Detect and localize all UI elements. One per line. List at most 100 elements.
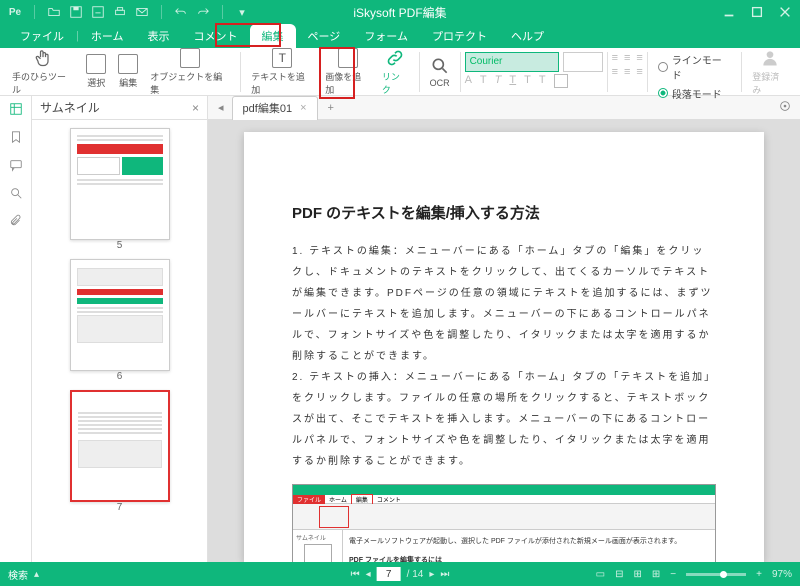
document-tab[interactable]: pdf編集01 × [232, 96, 318, 120]
chevron-up-icon[interactable]: ▴ [34, 569, 39, 580]
minimize-icon[interactable] [722, 5, 736, 19]
tool-link[interactable]: リンク [376, 48, 415, 96]
align-icon[interactable]: ≡ [624, 66, 630, 78]
tool-edit[interactable]: 編集 [112, 48, 144, 96]
total-pages-label: / 14 [407, 569, 424, 580]
page-heading: PDF のテキストを編集/挿入する方法 [292, 202, 716, 223]
thumbnail-page [70, 128, 170, 240]
prev-page-icon[interactable]: ◂ [366, 569, 371, 580]
menu-comment[interactable]: コメント [182, 24, 250, 48]
print-icon[interactable] [113, 5, 127, 19]
text-style-icon[interactable]: T [539, 74, 546, 88]
toolbar-separator [647, 52, 648, 92]
tool-ocr[interactable]: OCR [424, 48, 456, 96]
line-mode-label: ラインモード [672, 52, 731, 82]
dropdown-icon[interactable]: ▾ [235, 5, 249, 19]
registered-label: 登録済み [752, 70, 788, 96]
bookmark-icon[interactable] [9, 130, 23, 144]
user-icon [760, 48, 780, 68]
embedded-menu-comment: コメント [373, 495, 405, 504]
thumbnail-item[interactable]: 5 [70, 128, 170, 251]
embedded-body-heading: PDF ファイルを編集するには [349, 555, 709, 562]
thumbnail-title: サムネイル [40, 99, 100, 116]
text-style-icon[interactable]: T [509, 74, 516, 88]
bold-icon[interactable]: A [465, 74, 472, 88]
tool-add-text[interactable]: Tテキストを追加 [245, 48, 319, 96]
close-icon[interactable] [778, 5, 792, 19]
text-style-icon[interactable]: T [480, 74, 487, 88]
text-style-icon[interactable]: T [495, 74, 502, 88]
tool-register[interactable]: 登録済み [746, 48, 794, 96]
radio-line-mode[interactable]: ラインモード [658, 52, 731, 82]
align-center-icon[interactable]: ≡ [624, 52, 630, 64]
first-page-icon[interactable]: ⏮ [351, 569, 360, 580]
para-mode-label: 段落モード [672, 86, 722, 101]
comment-icon[interactable] [9, 158, 23, 172]
redo-icon[interactable] [196, 5, 210, 19]
menu-file[interactable]: ファイル [8, 24, 76, 48]
select-icon [86, 54, 106, 74]
menu-protect[interactable]: プロテクト [420, 24, 499, 48]
thumbnail-item[interactable]: 7 [70, 390, 170, 513]
maximize-icon[interactable] [750, 5, 764, 19]
tab-settings-icon[interactable] [778, 99, 792, 116]
close-panel-icon[interactable]: × [192, 101, 199, 115]
menu-edit[interactable]: 編集 [250, 24, 296, 48]
zoom-out-icon[interactable]: − [670, 569, 676, 580]
status-bar: 検索 ▴ ⏮ ◂ / 14 ▸ ⏭ ▭ ⊟ ⊞ ⊞ − + 97% [0, 562, 800, 586]
zoom-in-icon[interactable]: + [756, 569, 762, 580]
close-tab-icon[interactable]: × [300, 102, 306, 114]
menu-home[interactable]: ホーム [79, 24, 136, 48]
radio-icon [658, 88, 668, 98]
font-select[interactable] [465, 52, 559, 72]
search-icon[interactable] [9, 186, 23, 200]
text-style-icon[interactable]: T [524, 74, 531, 88]
text-color-icon[interactable] [554, 74, 568, 88]
radio-para-mode[interactable]: 段落モード [658, 86, 722, 101]
view-facing-cont-icon[interactable]: ⊞ [652, 569, 660, 580]
tab-prev-icon[interactable]: ◂ [214, 101, 228, 114]
align-right-icon[interactable]: ≡ [636, 52, 642, 64]
attachment-icon[interactable] [9, 214, 23, 228]
edit-object-icon [180, 48, 200, 68]
pdf-page: PDF のテキストを編集/挿入する方法 1. テキストの編集：メニューバーにある… [244, 132, 764, 562]
zoom-slider[interactable] [686, 573, 746, 576]
align-icon[interactable]: ≡ [636, 66, 642, 78]
save-icon[interactable] [69, 5, 83, 19]
undo-icon[interactable] [174, 5, 188, 19]
tool-link-label: リンク [382, 70, 409, 96]
next-page-icon[interactable]: ▸ [429, 569, 434, 580]
view-single-icon[interactable]: ▭ [596, 569, 605, 580]
menu-form[interactable]: フォーム [352, 24, 420, 48]
status-search-label[interactable]: 検索 [8, 567, 28, 582]
thumbnail-panel: サムネイル × 5 6 7 [32, 96, 208, 562]
tool-hand[interactable]: 手のひらツール [6, 48, 80, 96]
align-justify-icon[interactable]: ≡ [612, 66, 618, 78]
toolbar-separator [419, 52, 420, 92]
add-tab-icon[interactable]: + [322, 102, 340, 114]
radio-icon [658, 62, 668, 72]
font-size-select[interactable] [563, 52, 603, 72]
tool-select[interactable]: 選択 [80, 48, 112, 96]
thumbnails-icon[interactable] [9, 102, 23, 116]
thumbnail-page-selected [70, 390, 170, 502]
zoom-slider-thumb[interactable] [720, 571, 727, 578]
menu-view[interactable]: 表示 [136, 24, 182, 48]
align-left-icon[interactable]: ≡ [612, 52, 618, 64]
embedded-menu-file: ファイル [293, 495, 325, 504]
document-viewport[interactable]: PDF のテキストを編集/挿入する方法 1. テキストの編集：メニューバーにある… [208, 120, 800, 562]
tool-edit-object[interactable]: オブジェクトを編集 [144, 48, 236, 96]
menu-help[interactable]: ヘルプ [499, 24, 556, 48]
thumbnail-list[interactable]: 5 6 7 [32, 120, 207, 562]
tool-select-label: 選択 [87, 76, 105, 89]
page-number-input[interactable] [377, 567, 401, 581]
open-icon[interactable] [47, 5, 61, 19]
tool-add-image[interactable]: 画像を追加 [319, 48, 376, 96]
view-continuous-icon[interactable]: ⊟ [615, 569, 623, 580]
last-page-icon[interactable]: ⏭ [440, 569, 449, 580]
save-as-icon[interactable] [91, 5, 105, 19]
view-facing-icon[interactable]: ⊞ [634, 569, 642, 580]
thumbnail-item[interactable]: 6 [70, 259, 170, 382]
mail-icon[interactable] [135, 5, 149, 19]
menu-page[interactable]: ページ [296, 24, 353, 48]
